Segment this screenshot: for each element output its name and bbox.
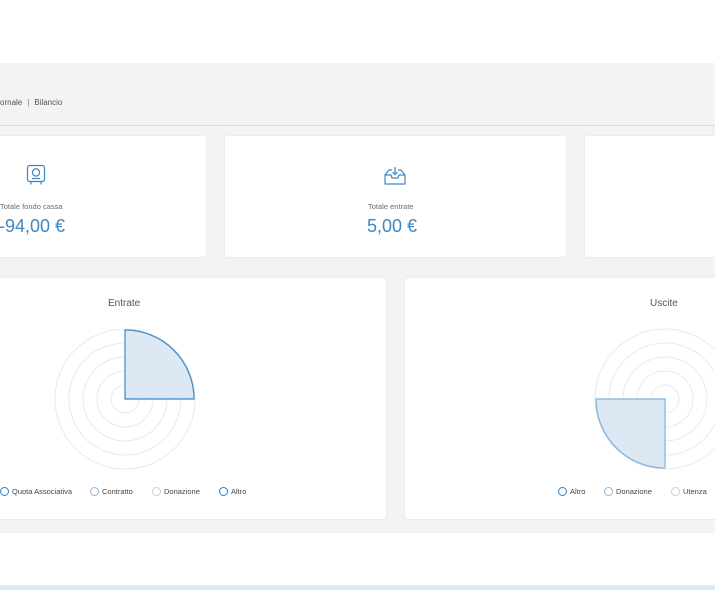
- legend-label: Quota Associativa: [12, 486, 73, 496]
- legend-dot: [219, 486, 228, 496]
- legend-dot: [90, 486, 99, 496]
- stat-label-entrate: Totale entrate: [368, 202, 414, 211]
- chart-card-entrate: Entrate Quota Associativa Contratto Dona…: [0, 278, 386, 519]
- breadcrumb: ornale | Bilancio: [0, 98, 62, 114]
- header-divider: [0, 125, 715, 126]
- legend-label: Donazione: [616, 486, 652, 496]
- breadcrumb-item-bilancio[interactable]: Bilancio: [34, 98, 62, 107]
- legend-item-altro[interactable]: Altro: [558, 485, 585, 497]
- legend-item-quota-associativa[interactable]: Quota Associativa: [0, 485, 72, 497]
- polar-slice-altro: [595, 398, 666, 469]
- breadcrumb-item-journal[interactable]: ornale: [0, 98, 22, 107]
- stat-card-uscite: [585, 136, 715, 257]
- stat-card-entrate: Totale entrate 5,00 €: [225, 136, 566, 257]
- polar-chart-uscite: [594, 328, 715, 470]
- legend-dot: [0, 486, 9, 496]
- legend-dot: [604, 486, 613, 496]
- legend-dot: [558, 486, 567, 496]
- legend-label: Altro: [570, 486, 586, 496]
- legend-item-contratto[interactable]: Contratto: [90, 485, 133, 497]
- safe-icon: [26, 164, 46, 186]
- stat-label-fondo-cassa: Totale fondo cassa: [0, 202, 63, 211]
- legend-item-donazione[interactable]: Donazione: [152, 485, 200, 497]
- polar-chart-entrate: [54, 328, 196, 470]
- inbox-download-icon: [383, 166, 407, 186]
- stat-value-entrate: 5,00 €: [367, 216, 418, 236]
- legend-item-altro[interactable]: Altro: [219, 485, 246, 497]
- legend-label: Donazione: [164, 486, 200, 496]
- stat-value-fondo-cassa: -94,00 €: [0, 216, 66, 236]
- footer-bar: [0, 585, 715, 590]
- legend-label: Utenza: [683, 486, 707, 496]
- legend-dot: [671, 486, 680, 496]
- legend-item-utenza[interactable]: Utenza: [671, 485, 707, 497]
- polar-slice-quota-associativa: [124, 329, 195, 400]
- legend-dot: [152, 486, 161, 496]
- legend-label: Contratto: [102, 486, 133, 496]
- breadcrumb-separator: |: [27, 98, 30, 107]
- chart-card-uscite: Uscite Altro Donazione Utenza: [405, 278, 715, 519]
- legend-label: Altro: [231, 486, 247, 496]
- legend-item-donazione[interactable]: Donazione: [604, 485, 652, 497]
- stat-card-fondo-cassa: Totale fondo cassa -94,00 €: [0, 136, 206, 257]
